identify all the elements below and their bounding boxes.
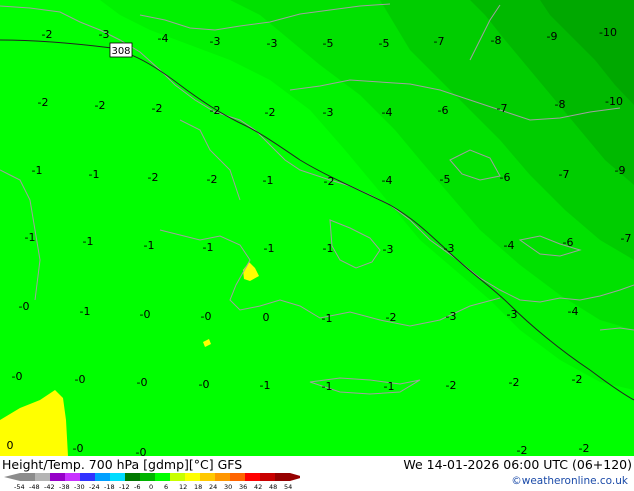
temperature-label: -3 bbox=[446, 310, 457, 323]
temperature-label: -9 bbox=[547, 30, 558, 43]
colorbar-cell bbox=[20, 473, 35, 481]
temperature-label: -1 bbox=[203, 241, 214, 254]
weather-map: 308 -2 -3 -4 -3 -3 -5 -5 -7 -8 -9 -10-2 -2 -2 -2 -2 -3-… bbox=[0, 0, 634, 456]
colorbar-cell bbox=[170, 473, 185, 481]
temperature-label: -2 bbox=[42, 28, 53, 41]
temperature-label: -1 bbox=[322, 380, 333, 393]
temperature-label: -1 bbox=[32, 164, 43, 177]
colorbar-cell bbox=[80, 473, 95, 481]
temperature-label: -2 bbox=[517, 444, 528, 456]
temperature-label: -2 bbox=[207, 173, 218, 186]
colorbar-cell bbox=[95, 473, 110, 481]
temperature-label: -4 bbox=[158, 32, 169, 45]
temperature-label: -3 bbox=[444, 242, 455, 255]
temperature-label: -1 bbox=[89, 168, 100, 181]
colorbar-cell bbox=[185, 473, 200, 481]
temperature-label: -10 bbox=[599, 26, 617, 39]
temperature-label: -2 bbox=[152, 102, 163, 115]
temperature-label: -1 bbox=[322, 312, 333, 325]
temperature-label: -2 bbox=[572, 373, 583, 386]
temperature-label: -4 bbox=[568, 305, 579, 318]
temperature-label: -1 bbox=[80, 305, 91, 318]
temperature-label: 0 bbox=[7, 439, 14, 452]
temperature-label: -0 bbox=[75, 373, 86, 386]
temperature-label: -8 bbox=[491, 34, 502, 47]
temperature-label: -0 bbox=[137, 376, 148, 389]
temperature-label: -0 bbox=[19, 300, 30, 313]
colorbar-arrow-right bbox=[290, 473, 300, 481]
temperature-label: -4 bbox=[504, 239, 515, 252]
temperature-label: -6 bbox=[500, 171, 511, 184]
colorbar-cell bbox=[125, 473, 140, 481]
temperature-label: -3 bbox=[267, 37, 278, 50]
colorbar-cell bbox=[140, 473, 155, 481]
temperature-label: -7 bbox=[559, 168, 570, 181]
colorbar-cell bbox=[200, 473, 215, 481]
temperature-label: -2 bbox=[579, 442, 590, 455]
temperature-label: -1 bbox=[144, 239, 155, 252]
temperature-label: -0 bbox=[140, 308, 151, 321]
temperature-label: -2 bbox=[95, 99, 106, 112]
temperature-label: -3 bbox=[507, 308, 518, 321]
colorbar bbox=[4, 473, 300, 481]
temperature-label: -8 bbox=[555, 98, 566, 111]
temperature-label: -6 bbox=[563, 236, 574, 249]
map-title: Height/Temp. 700 hPa [gdmp][°C] GFS bbox=[2, 457, 243, 472]
height-contour-label: 308 bbox=[111, 46, 130, 57]
temperature-label: -1 bbox=[264, 242, 275, 255]
colorbar-cell bbox=[50, 473, 65, 481]
temperature-label: -2 bbox=[324, 175, 335, 188]
temperature-label: -2 bbox=[509, 376, 520, 389]
temperature-label: -2 bbox=[446, 379, 457, 392]
temperature-label: -0 bbox=[136, 446, 147, 456]
temperature-label: 0 bbox=[263, 311, 270, 324]
temperature-label: -7 bbox=[497, 102, 508, 115]
temperature-label: -3 bbox=[323, 106, 334, 119]
temperature-label: -2 bbox=[210, 104, 221, 117]
temperature-label: -0 bbox=[12, 370, 23, 383]
temperature-label: -1 bbox=[83, 235, 94, 248]
temperature-label: -2 bbox=[148, 171, 159, 184]
temperature-label: -3 bbox=[210, 35, 221, 48]
colorbar-arrow-left bbox=[4, 473, 20, 481]
temperature-label: -5 bbox=[440, 173, 451, 186]
temperature-label: -3 bbox=[99, 28, 110, 41]
temperature-label: -1 bbox=[384, 380, 395, 393]
colorbar-cell bbox=[65, 473, 80, 481]
temperature-label: -5 bbox=[323, 37, 334, 50]
temperature-label: -7 bbox=[434, 35, 445, 48]
colorbar-cell bbox=[230, 473, 245, 481]
map-datetime: We 14-01-2026 06:00 UTC (06+120) bbox=[403, 457, 632, 472]
temperature-label: -4 bbox=[382, 106, 393, 119]
temperature-label: -5 bbox=[379, 37, 390, 50]
colorbar-cell bbox=[35, 473, 50, 481]
temperature-label: -1 bbox=[263, 174, 274, 187]
temperature-label: -7 bbox=[621, 232, 632, 245]
temperature-label: -0 bbox=[199, 378, 210, 391]
temperature-label: -2 bbox=[38, 96, 49, 109]
temperature-label: -3 bbox=[383, 243, 394, 256]
temperature-label: -1 bbox=[25, 231, 36, 244]
temperature-label: -10 bbox=[605, 95, 623, 108]
temperature-label: -0 bbox=[201, 310, 212, 323]
temperature-label: -0 bbox=[73, 442, 84, 455]
temperature-label: -1 bbox=[260, 379, 271, 392]
colorbar-cell bbox=[260, 473, 275, 481]
colorbar-cell bbox=[155, 473, 170, 481]
colorbar-cell bbox=[215, 473, 230, 481]
colorbar-cell bbox=[275, 473, 290, 481]
temperature-label: -6 bbox=[438, 104, 449, 117]
map-footer: Height/Temp. 700 hPa [gdmp][°C] GFS We 1… bbox=[0, 456, 634, 491]
credit-link[interactable]: ©weatheronline.co.uk bbox=[511, 475, 628, 487]
temperature-label: -2 bbox=[386, 311, 397, 324]
temperature-label: -2 bbox=[265, 106, 276, 119]
temperature-label: -1 bbox=[323, 242, 334, 255]
temperature-label: -4 bbox=[382, 174, 393, 187]
colorbar-cell bbox=[110, 473, 125, 481]
temperature-label: -9 bbox=[615, 164, 626, 177]
colorbar-cell bbox=[245, 473, 260, 481]
